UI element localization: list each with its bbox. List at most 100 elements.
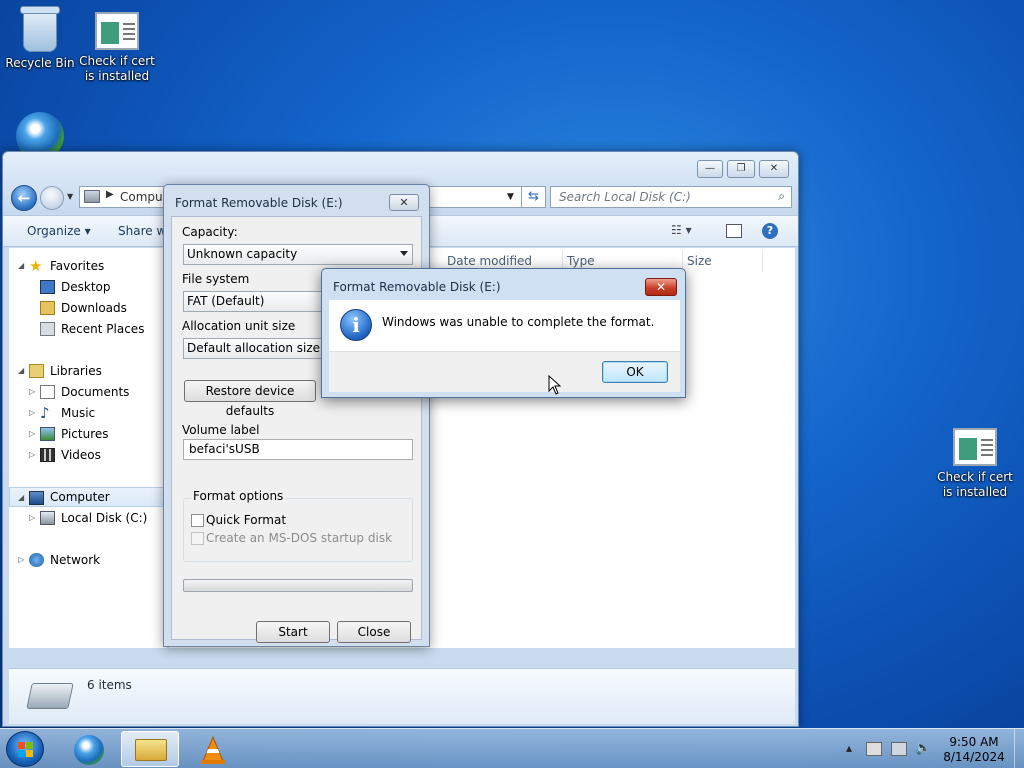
quick-format-label: Quick Format <box>206 513 287 527</box>
view-options-icon[interactable]: ☷ ▾ <box>671 223 692 237</box>
search-input[interactable]: Search Local Disk (C:) ⌕ <box>550 186 792 208</box>
system-clock[interactable]: 9:50 AM 8/14/2024 <box>943 735 1005 765</box>
refresh-icon[interactable]: ⇆ <box>522 186 546 208</box>
nav-recent-places[interactable]: Recent Places <box>9 319 167 339</box>
nav-local-disk[interactable]: ▷ Local Disk (C:) <box>9 508 167 528</box>
nav-music[interactable]: ▷ ♪ Music <box>9 403 167 423</box>
item-count: 6 items <box>87 678 132 692</box>
vlc-cone-icon <box>201 735 225 764</box>
recycle-bin-desktop-icon[interactable]: Recycle Bin <box>2 6 78 71</box>
nav-documents[interactable]: ▷ Documents <box>9 382 167 402</box>
nav-favorites[interactable]: ◢ ★ Favorites <box>9 256 167 276</box>
star-icon: ★ <box>29 257 43 275</box>
browser-globe-icon <box>74 735 104 765</box>
show-desktop-button[interactable] <box>1014 729 1024 768</box>
back-arrow-icon[interactable]: ← <box>11 185 37 211</box>
window-close-button[interactable]: ✕ <box>759 160 789 178</box>
recycle-bin-icon <box>20 6 60 52</box>
minimize-button[interactable]: — <box>697 160 723 178</box>
collapse-arrow-icon[interactable]: ▷ <box>29 445 35 465</box>
quick-format-checkbox[interactable] <box>191 514 204 527</box>
volume-label-label: Volume label <box>182 423 260 437</box>
organize-button[interactable]: Organize ▾ <box>27 224 91 238</box>
nav-downloads[interactable]: Downloads <box>9 298 167 318</box>
info-icon: i <box>340 309 372 341</box>
forward-arrow-icon[interactable] <box>40 186 64 210</box>
dialog-title: Format Removable Disk (E:) <box>175 196 343 210</box>
expand-arrow-icon[interactable]: ◢ <box>18 361 24 381</box>
help-icon[interactable]: ? <box>762 223 778 239</box>
message-footer: OK <box>329 351 680 392</box>
network-tray-icon[interactable] <box>891 742 907 756</box>
recent-places-icon <box>40 322 55 336</box>
collapse-arrow-icon[interactable]: ▷ <box>18 550 24 570</box>
taskbar-vlc[interactable] <box>183 731 241 767</box>
nav-desktop[interactable]: Desktop <box>9 277 167 297</box>
action-center-icon[interactable] <box>866 742 882 756</box>
mouse-cursor-icon <box>548 375 562 395</box>
error-message-box: Format Removable Disk (E:) ✕ i Windows w… <box>321 268 686 398</box>
history-dropdown-icon[interactable]: ▼ <box>67 192 73 201</box>
preview-pane-icon[interactable] <box>726 224 742 238</box>
format-options-label: Format options <box>191 489 286 503</box>
nav-network[interactable]: ▷ Network <box>9 550 167 570</box>
address-dropdown-icon[interactable]: ▼ <box>507 192 514 202</box>
nav-videos[interactable]: ▷ Videos <box>9 445 167 465</box>
taskbar-browser[interactable] <box>60 731 118 767</box>
search-icon: ⌕ <box>778 189 785 203</box>
clock-time: 9:50 AM <box>949 735 999 749</box>
start-button-icon[interactable] <box>6 731 44 767</box>
file-system-label: File system <box>182 272 250 286</box>
nav-computer[interactable]: ◢ Computer <box>9 487 167 507</box>
capacity-label: Capacity: <box>182 225 238 239</box>
check-cert-desktop-icon-2[interactable]: Check if cert is installed <box>937 428 1013 500</box>
dropdown-arrow-icon <box>400 251 408 256</box>
ok-button[interactable]: OK <box>602 361 668 383</box>
close-button[interactable]: Close <box>337 621 411 643</box>
maximize-button[interactable]: ❐ <box>727 160 755 178</box>
allocation-unit-label: Allocation unit size <box>182 319 296 333</box>
restore-defaults-button[interactable]: Restore device defaults <box>184 380 316 418</box>
desktop-icon-label: Check if cert is installed <box>937 470 1013 499</box>
volume-muted-icon[interactable]: 🔈 <box>915 741 931 756</box>
msdos-startup-checkbox[interactable] <box>191 532 204 545</box>
message-title: Format Removable Disk (E:) <box>333 280 501 294</box>
format-progress-bar <box>183 579 413 592</box>
details-pane: 6 items <box>9 668 795 724</box>
show-hidden-icons[interactable]: ▴ <box>846 741 852 755</box>
taskbar-explorer[interactable] <box>121 731 179 767</box>
column-size[interactable]: Size <box>683 250 763 272</box>
message-text: Windows was unable to complete the forma… <box>382 315 655 329</box>
navigation-pane: ◢ ★ Favorites Desktop Downloads Recent P… <box>9 248 167 648</box>
drive-icon <box>40 511 55 525</box>
expand-arrow-icon[interactable]: ◢ <box>18 256 24 276</box>
downloads-folder-icon <box>40 301 55 315</box>
collapse-arrow-icon[interactable]: ▷ <box>29 424 35 444</box>
drive-icon <box>26 683 74 709</box>
search-placeholder: Search Local Disk (C:) <box>559 190 691 204</box>
breadcrumb-computer[interactable]: Comput <box>120 190 167 204</box>
nav-pictures[interactable]: ▷ Pictures <box>9 424 167 444</box>
check-cert-desktop-icon[interactable]: Check if cert is installed <box>79 12 155 84</box>
nav-libraries[interactable]: ◢ Libraries <box>9 361 167 381</box>
dialog-close-button[interactable]: ✕ <box>389 194 419 211</box>
expand-arrow-icon[interactable]: ◢ <box>18 488 24 508</box>
volume-label-input[interactable]: befaci'sUSB <box>183 439 413 460</box>
format-dialog: Format Removable Disk (E:) ✕ Capacity: U… <box>163 184 430 647</box>
collapse-arrow-icon[interactable]: ▷ <box>29 508 35 528</box>
collapse-arrow-icon[interactable]: ▷ <box>29 382 35 402</box>
certificate-icon <box>953 428 997 466</box>
folder-icon <box>135 739 167 761</box>
msdos-startup-label: Create an MS-DOS startup disk <box>206 531 393 545</box>
computer-icon <box>29 491 44 505</box>
videos-icon <box>40 448 55 462</box>
collapse-arrow-icon[interactable]: ▷ <box>29 403 35 423</box>
message-body: i Windows was unable to complete the for… <box>329 300 680 392</box>
start-button[interactable]: Start <box>256 621 330 643</box>
libraries-icon <box>29 364 44 378</box>
desktop-icon <box>40 280 55 294</box>
desktop-icon-label: Recycle Bin <box>5 56 75 70</box>
certificate-icon <box>95 12 139 50</box>
message-close-button[interactable]: ✕ <box>645 278 677 296</box>
capacity-select[interactable]: Unknown capacity <box>183 244 413 265</box>
